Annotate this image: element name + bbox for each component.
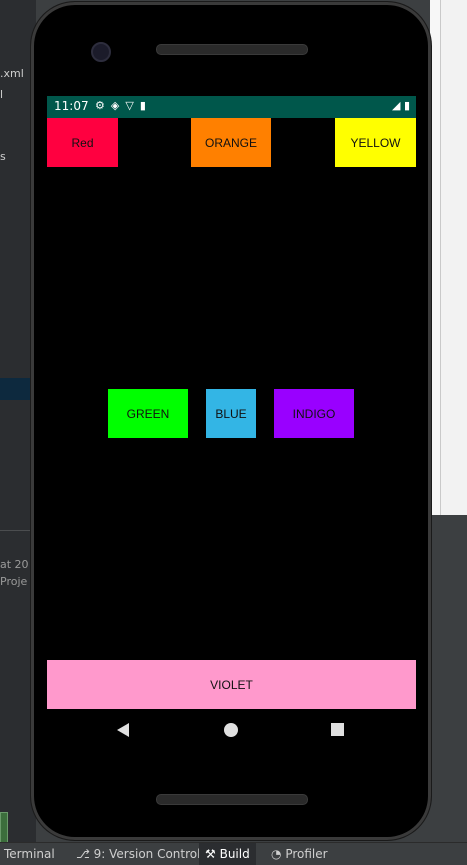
ide-palette-panel bbox=[440, 0, 467, 515]
yellow-button[interactable]: YELLOW bbox=[335, 118, 416, 167]
indigo-button[interactable]: INDIGO bbox=[274, 389, 354, 438]
sd-card-icon: ▮ bbox=[139, 99, 152, 112]
ide-file-fragment[interactable]: s bbox=[0, 150, 6, 163]
hammer-icon: ⚒ bbox=[205, 847, 216, 861]
blue-button[interactable]: BLUE bbox=[206, 389, 256, 438]
back-icon[interactable] bbox=[117, 723, 129, 737]
profiler-tab-label: Profiler bbox=[285, 847, 328, 861]
orange-button[interactable]: ORANGE bbox=[191, 118, 271, 167]
earpiece-speaker bbox=[156, 44, 308, 55]
tab-profiler[interactable]: ◔ Profiler bbox=[271, 843, 328, 865]
ide-file-fragment[interactable]: l bbox=[0, 88, 3, 101]
emulator-device-frame: 11:07 ⚙◈▽▮ ◢ ▮ Red ORANGE YELLOW GREEN B… bbox=[31, 2, 431, 840]
navigation-bar bbox=[47, 708, 416, 758]
tab-terminal[interactable]: Terminal bbox=[4, 843, 55, 865]
status-time: 11:07 bbox=[54, 99, 89, 113]
status-bar: 11:07 ⚙◈▽▮ ◢ ▮ bbox=[47, 96, 416, 118]
ide-log-fragment: Proje bbox=[0, 575, 28, 588]
terminal-tab-label: Terminal bbox=[4, 847, 55, 861]
home-icon[interactable] bbox=[224, 723, 238, 737]
ide-log-fragment: at 20 bbox=[0, 558, 29, 571]
version-control-tab-label: 9: Version Control bbox=[93, 847, 201, 861]
status-system-icons: ◢ ▮ bbox=[392, 99, 410, 112]
build-tab-label: Build bbox=[219, 847, 250, 861]
ide-run-indicator bbox=[0, 812, 8, 844]
status-notification-icons: ⚙◈▽▮ bbox=[95, 99, 152, 112]
ide-file-fragment[interactable]: .xml bbox=[0, 67, 24, 80]
ide-editor-strip bbox=[430, 0, 440, 515]
bottom-speaker bbox=[156, 794, 308, 805]
violet-button[interactable]: VIOLET bbox=[47, 660, 416, 709]
tab-version-control[interactable]: ⎇ 9: Version Control bbox=[76, 843, 200, 865]
shield-icon: ◈ bbox=[110, 99, 126, 112]
red-button[interactable]: Red bbox=[47, 118, 118, 167]
gauge-icon: ◔ bbox=[271, 847, 282, 861]
gear-icon: ⚙ bbox=[95, 99, 111, 112]
signal-icon: ◢ bbox=[391, 99, 401, 112]
green-button[interactable]: GREEN bbox=[108, 389, 188, 438]
tool-window-bar: Terminal ⎇ 9: Version Control ⚒ Build ◔ … bbox=[0, 842, 467, 865]
branch-icon: ⎇ bbox=[76, 847, 90, 861]
camera-icon bbox=[91, 42, 111, 62]
app-screen: 11:07 ⚙◈▽▮ ◢ ▮ Red ORANGE YELLOW GREEN B… bbox=[47, 96, 416, 761]
wifi-icon: ▽ bbox=[125, 99, 140, 112]
recents-icon[interactable] bbox=[331, 723, 344, 736]
battery-icon: ▮ bbox=[403, 99, 410, 112]
tab-build[interactable]: ⚒ Build bbox=[199, 843, 256, 865]
